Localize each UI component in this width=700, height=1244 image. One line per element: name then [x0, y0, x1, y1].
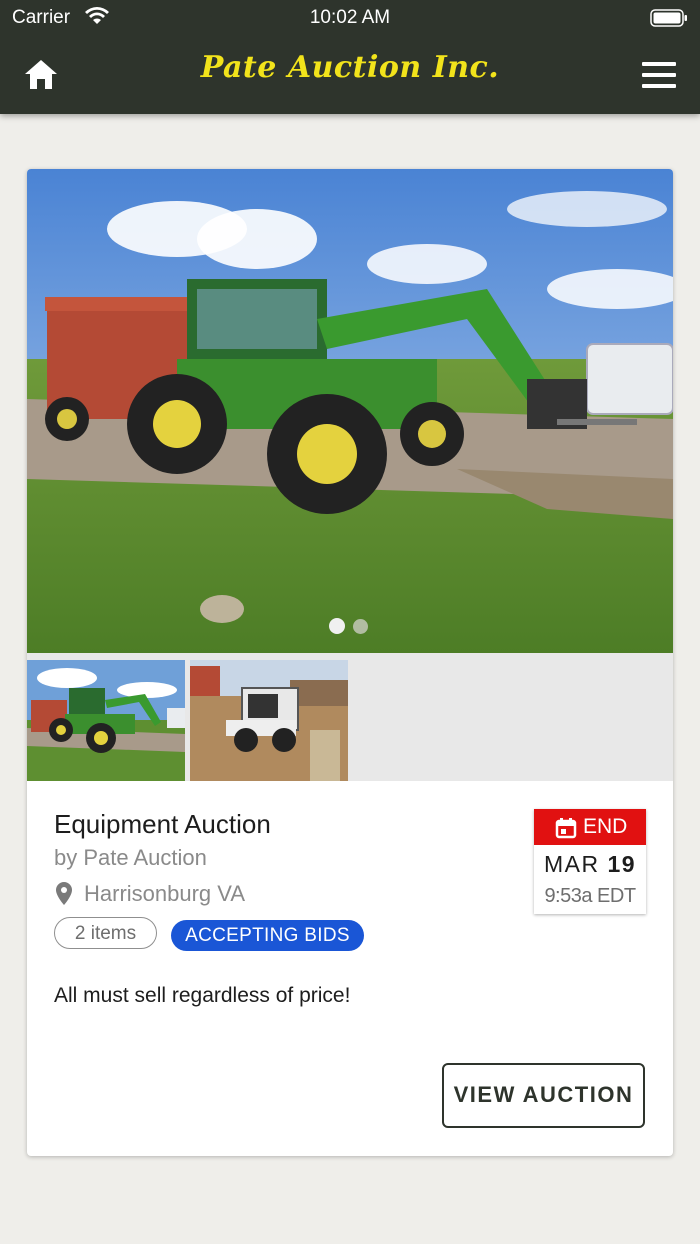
carousel-dot-active[interactable]	[329, 618, 345, 634]
top-bar: Carrier 10:02 AM Pate Auction Inc.	[0, 0, 700, 114]
location-pin-icon	[56, 882, 72, 905]
status-time: 10:02 AM	[309, 7, 391, 28]
end-label: END	[583, 815, 628, 838]
end-month: MAR	[543, 851, 600, 877]
status-badge: ACCEPTING BIDS	[171, 920, 364, 951]
items-count-badge: 2 items	[54, 917, 157, 949]
auction-card[interactable]: Equipment Auction by Pate Auction Harris…	[27, 169, 673, 1156]
auction-byline: by Pate Auction	[54, 845, 207, 870]
calendar-icon	[555, 818, 577, 839]
auction-title[interactable]: Equipment Auction	[54, 809, 271, 840]
end-date-box: END MAR 19 9:53a EDT	[534, 809, 646, 914]
view-auction-button[interactable]: VIEW AUCTION	[442, 1063, 645, 1128]
end-time: 9:53a EDT	[544, 885, 636, 907]
thumbnail-strip	[27, 653, 673, 781]
battery-icon	[650, 9, 687, 27]
auction-location: Harrisonburg VA	[84, 881, 245, 906]
thumbnail-skid-steer[interactable]	[190, 660, 348, 781]
brand-logo: Pate Auction Inc.	[200, 50, 500, 85]
hamburger-menu-icon[interactable]	[642, 62, 676, 88]
thumbnail-tractor[interactable]	[27, 660, 185, 781]
end-date: MAR 19	[534, 851, 646, 878]
auction-hero-image[interactable]	[27, 169, 673, 653]
end-day: 19	[607, 851, 637, 877]
carousel-dot[interactable]	[353, 619, 368, 634]
end-date-header: END	[534, 809, 646, 845]
auction-description: All must sell regardless of price!	[54, 984, 351, 1007]
